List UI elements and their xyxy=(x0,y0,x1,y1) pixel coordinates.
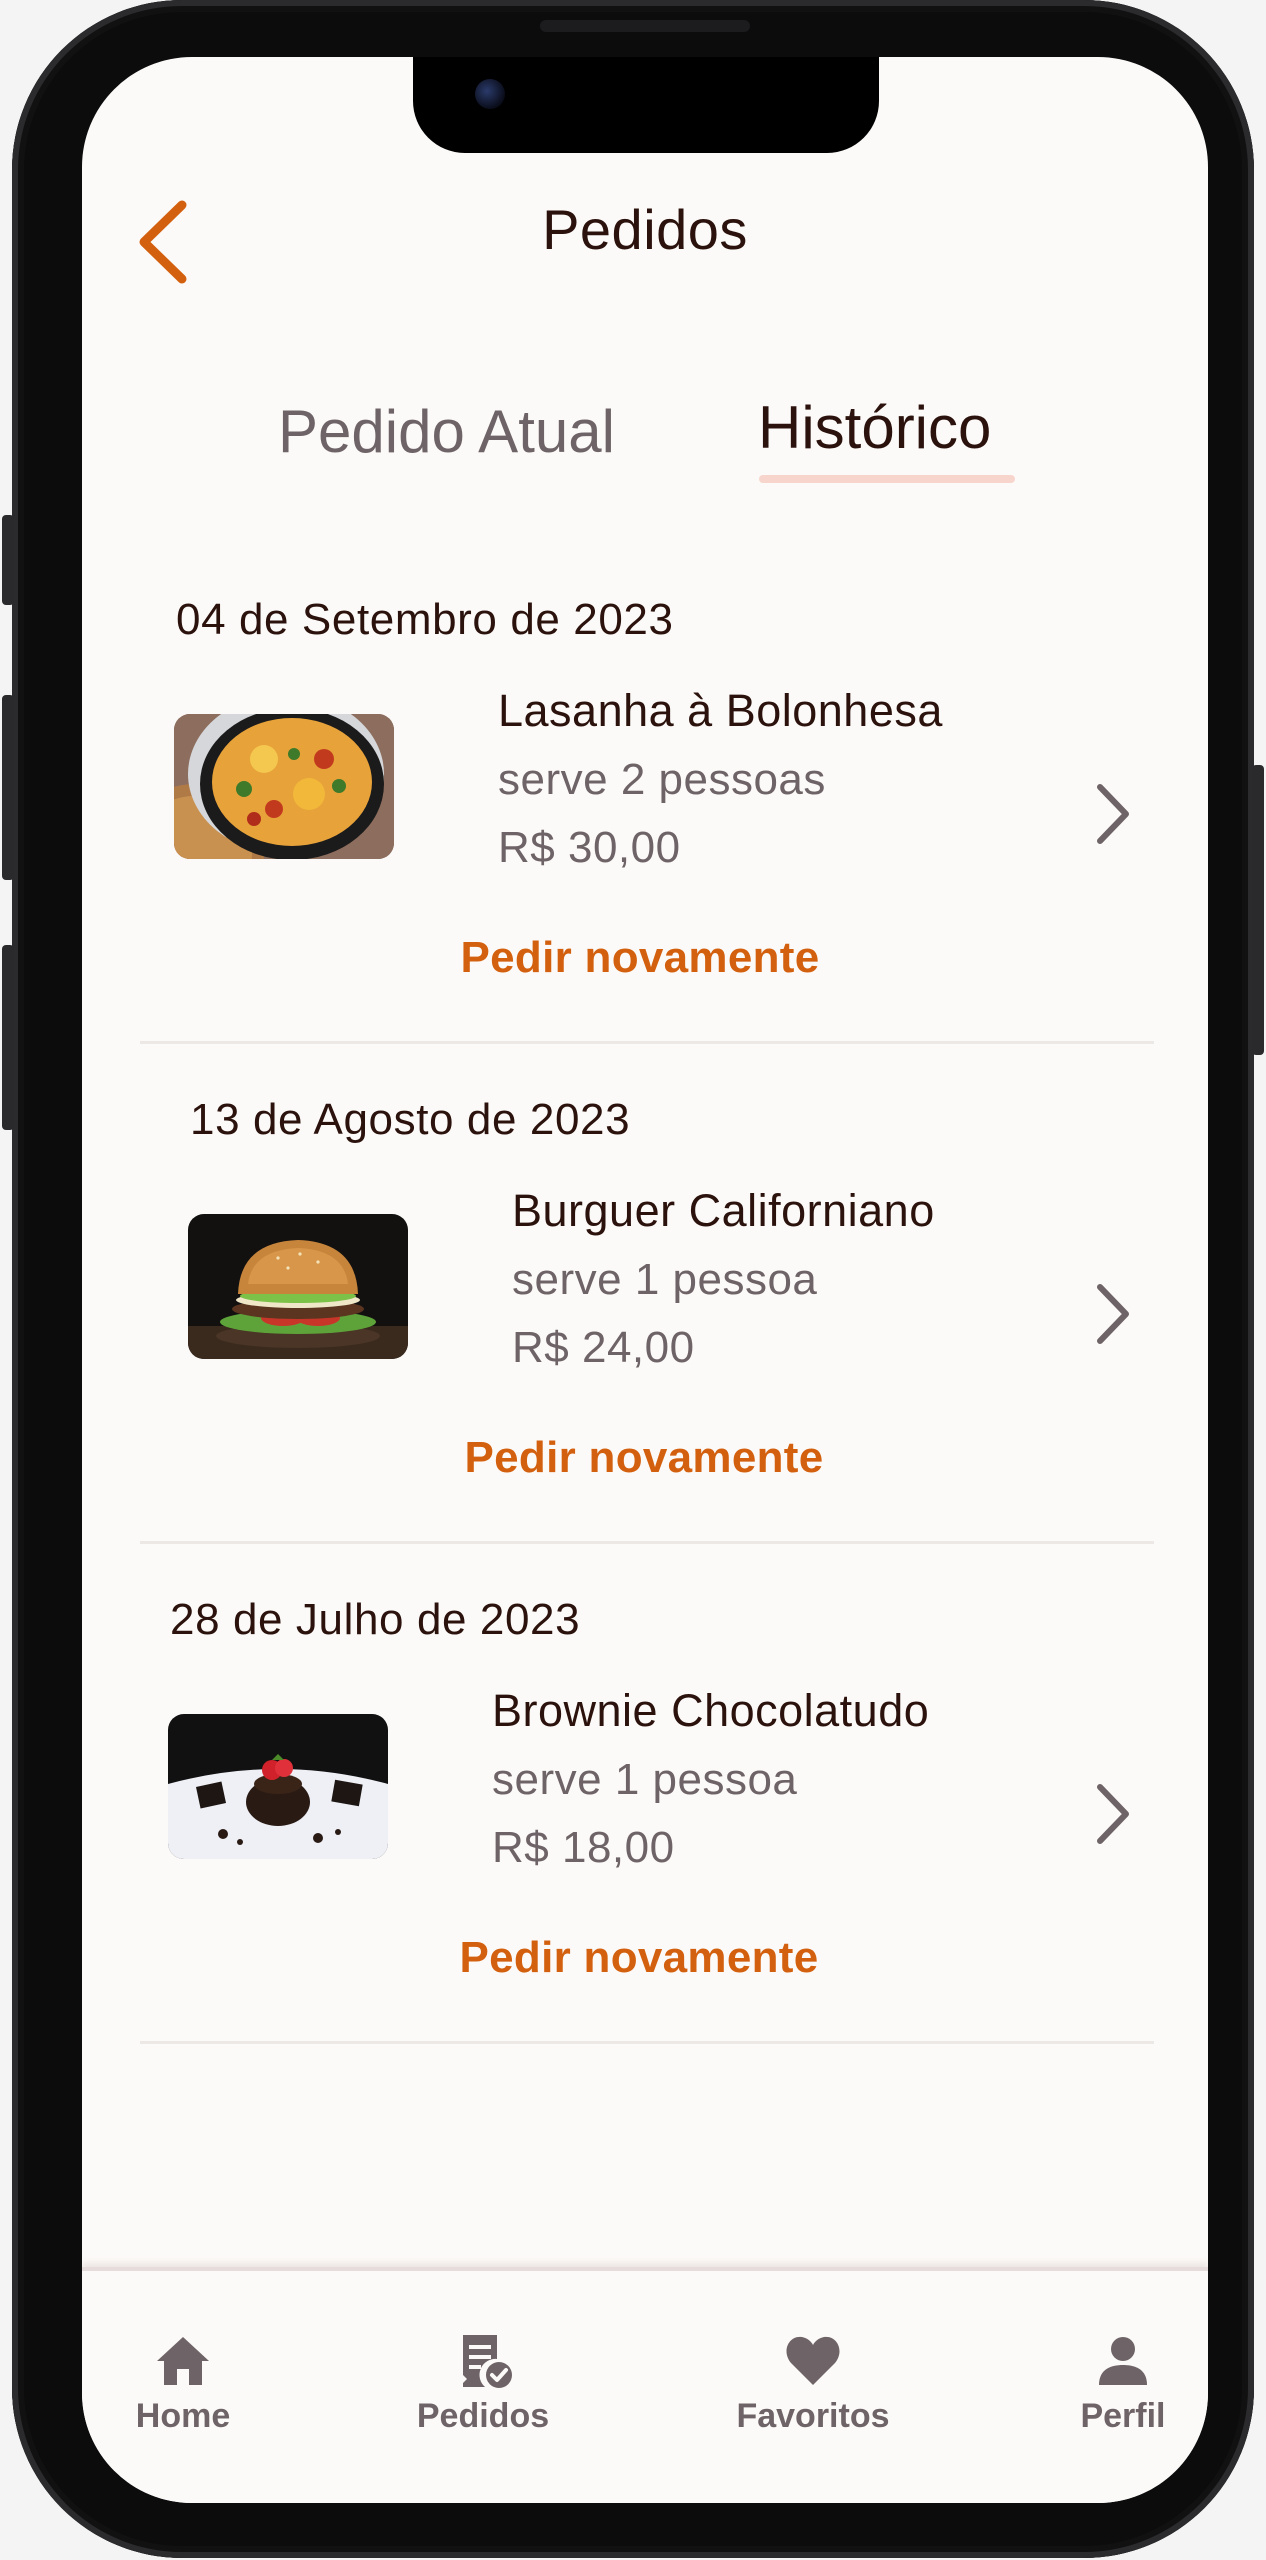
item-serves: serve 2 pessoas xyxy=(498,755,826,804)
nav-pedidos-label: Pedidos xyxy=(416,2397,550,2435)
chevron-right-icon[interactable] xyxy=(1090,1279,1134,1349)
reorder-button[interactable]: Pedir novamente xyxy=(82,1933,1208,1983)
nav-home[interactable]: Home xyxy=(118,2331,248,2436)
bottom-navigation: Home Pedidos Favoritos Perfil xyxy=(82,2267,1208,2503)
nav-perfil-label: Perfil xyxy=(1080,2397,1166,2435)
phone-frame: Pedidos Pedido Atual Histórico 04 de Set… xyxy=(2,0,1264,2558)
volume-up-button xyxy=(2,695,14,880)
item-price: R$ 30,00 xyxy=(498,823,681,872)
power-button xyxy=(1252,765,1264,1055)
item-price: R$ 24,00 xyxy=(512,1323,695,1372)
tab-historico[interactable]: Histórico xyxy=(758,393,991,462)
nav-favoritos[interactable]: Favoritos xyxy=(728,2331,898,2436)
heart-icon xyxy=(786,2336,840,2385)
person-icon xyxy=(1099,2337,1147,2385)
page-title: Pedidos xyxy=(542,198,748,261)
burger-photo xyxy=(188,1214,408,1359)
nav-perfil[interactable]: Perfil xyxy=(1068,2331,1178,2436)
item-price: R$ 18,00 xyxy=(492,1823,675,1872)
notch xyxy=(413,57,879,153)
brownie-photo xyxy=(168,1714,388,1859)
earpiece-speaker xyxy=(540,20,750,32)
home-icon xyxy=(157,2337,209,2385)
order-date: 13 de Agosto de 2023 xyxy=(190,1095,631,1144)
item-serves: serve 1 pessoa xyxy=(512,1255,818,1304)
item-name: Brownie Chocolatudo xyxy=(492,1685,930,1736)
tab-pedido-atual[interactable]: Pedido Atual xyxy=(278,397,615,466)
divider xyxy=(140,1041,1154,1044)
chevron-right-icon[interactable] xyxy=(1090,1779,1134,1849)
order-date: 28 de Julho de 2023 xyxy=(170,1595,581,1644)
active-tab-indicator xyxy=(759,475,1015,483)
divider xyxy=(140,2041,1154,2044)
receipt-check-icon xyxy=(463,2335,512,2388)
reorder-button[interactable]: Pedir novamente xyxy=(82,1433,1208,1483)
nav-pedidos[interactable]: Pedidos xyxy=(408,2331,558,2436)
app-screen: Pedidos Pedido Atual Histórico 04 de Set… xyxy=(82,57,1208,2503)
item-serves: serve 1 pessoa xyxy=(492,1755,798,1804)
silent-switch xyxy=(2,515,14,605)
chevron-right-icon[interactable] xyxy=(1090,779,1134,849)
item-name: Burguer Californiano xyxy=(512,1185,935,1236)
volume-down-button xyxy=(2,945,14,1130)
item-name: Lasanha à Bolonhesa xyxy=(498,685,943,736)
front-camera xyxy=(475,79,505,109)
divider xyxy=(140,1541,1154,1544)
order-date: 04 de Setembro de 2023 xyxy=(176,595,674,644)
nav-favoritos-label: Favoritos xyxy=(736,2397,890,2435)
lasagna-photo xyxy=(174,714,394,859)
nav-home-label: Home xyxy=(135,2397,231,2435)
reorder-button[interactable]: Pedir novamente xyxy=(82,933,1208,983)
